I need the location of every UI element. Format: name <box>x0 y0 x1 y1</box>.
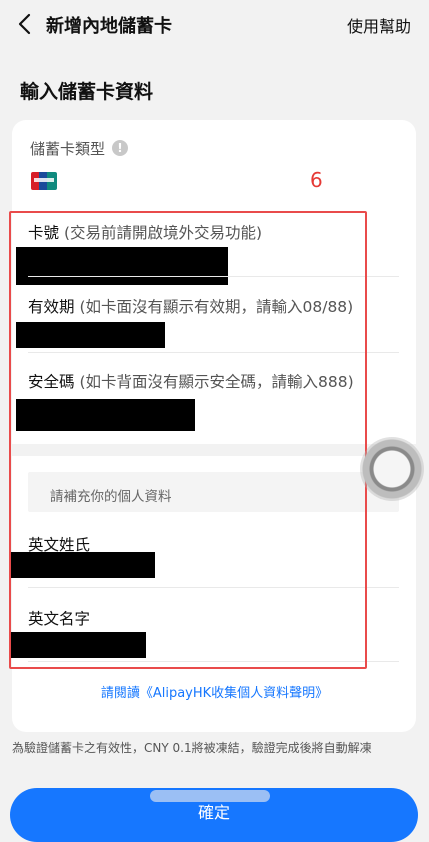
blurred-overlay <box>150 790 270 802</box>
divider <box>28 352 399 353</box>
privacy-statement-link[interactable]: 請閱讀《AlipayHK收集個人資料聲明》 <box>0 682 429 701</box>
personal-info-label: 請補充你的個人資料 <box>50 489 172 505</box>
given-name-field[interactable] <box>10 632 146 658</box>
given-name-label: 英文名字 <box>28 610 91 628</box>
chevron-left-icon <box>18 13 31 35</box>
card-number-hint: (交易前請開啟境外交易功能) <box>63 224 263 242</box>
card-type-label: 儲蓄卡類型 <box>30 140 106 158</box>
section-separator <box>12 444 416 456</box>
expiry-field[interactable] <box>16 322 165 348</box>
expiry-hint: (如卡面沒有顯示有效期，請輸入08/88) <box>79 298 354 316</box>
section-title: 輸入儲蓄卡資料 <box>20 81 154 103</box>
unionpay-logo-icon <box>31 172 57 190</box>
card-number-label: 卡號 (交易前請開啟境外交易功能) <box>28 224 263 242</box>
card-number-field[interactable] <box>16 247 228 285</box>
divider <box>28 276 399 277</box>
security-code-hint: (如卡背面沒有顯示安全碼，請輸入888) <box>79 373 354 391</box>
info-icon[interactable]: ! <box>112 140 128 156</box>
annotation-number: 6 <box>310 168 323 192</box>
security-code-field[interactable] <box>16 399 195 431</box>
floating-assistive-button[interactable] <box>360 437 424 501</box>
page-title: 新增內地儲蓄卡 <box>46 16 172 37</box>
security-code-label: 安全碼 (如卡背面沒有顯示安全碼，請輸入888) <box>28 373 354 391</box>
freeze-notice: 為驗證儲蓄卡之有效性，CNY 0.1將被凍結，驗證完成後將自動解凍 <box>12 741 372 755</box>
back-button[interactable] <box>12 10 42 40</box>
help-link[interactable]: 使用幫助 <box>347 13 411 37</box>
surname-field[interactable] <box>10 552 155 578</box>
expiry-label: 有效期 (如卡面沒有顯示有效期，請輸入08/88) <box>28 298 354 316</box>
divider <box>28 587 399 588</box>
divider <box>28 661 399 662</box>
